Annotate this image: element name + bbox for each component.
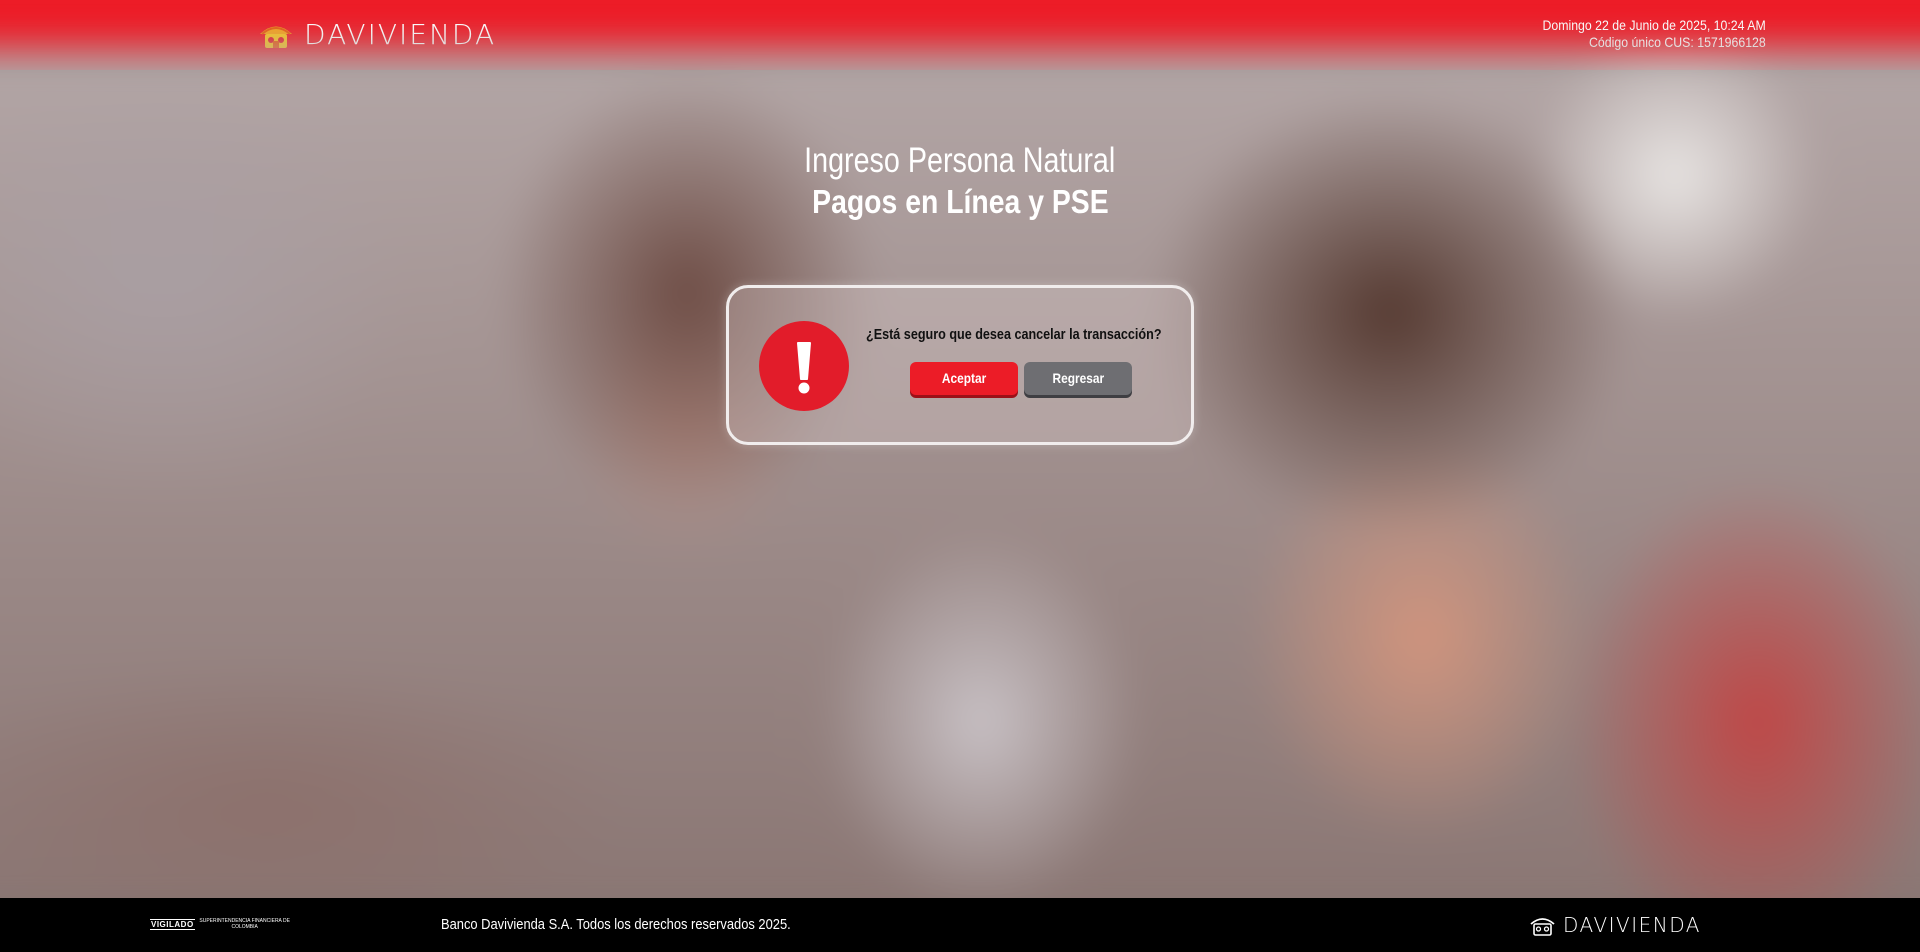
- brand-wordmark: DAVIVIENDA: [304, 18, 497, 51]
- footer: VIGILADO SUPERINTENDENCIA FINANCIERA DE …: [0, 898, 1920, 952]
- exclamation-icon: [759, 321, 849, 411]
- copyright-text: Banco Davivienda S.A. Todos los derechos…: [441, 916, 791, 933]
- page-title: Ingreso Persona Natural Pagos en Línea y…: [0, 140, 1920, 222]
- vigilado-sub: SUPERINTENDENCIA FINANCIERA DE COLOMBIA: [199, 918, 290, 930]
- back-button-label: Regresar: [1052, 370, 1104, 386]
- title-bold: Pagos en Línea y PSE: [811, 183, 1109, 220]
- house-logo-icon: [260, 26, 292, 48]
- footer-brand-wordmark: DAVIVIENDA: [1563, 913, 1701, 937]
- back-button[interactable]: Regresar: [1024, 362, 1132, 395]
- vigilado-badge: VIGILADO SUPERINTENDENCIA FINANCIERA DE …: [150, 914, 291, 934]
- date-time-text: Domingo 22 de Junio de 2025, 10:24 AM: [1542, 17, 1766, 33]
- accept-button[interactable]: Aceptar: [910, 362, 1018, 395]
- house-outline-icon: [1530, 918, 1555, 936]
- session-info: Domingo 22 de Junio de 2025, 10:24 AM Có…: [1543, 17, 1766, 51]
- cancel-confirm-dialog: ¿Está seguro que desea cancelar la trans…: [726, 285, 1194, 445]
- dialog-message: ¿Está seguro que desea cancelar la trans…: [866, 326, 1162, 343]
- davivienda-logo[interactable]: DAVIVIENDA: [258, 17, 496, 53]
- vigilado-label: VIGILADO: [150, 918, 195, 930]
- footer-logo: DAVIVIENDA: [1530, 912, 1701, 938]
- title-light: Ingreso Persona Natural: [804, 141, 1116, 180]
- accept-button-label: Aceptar: [941, 370, 987, 386]
